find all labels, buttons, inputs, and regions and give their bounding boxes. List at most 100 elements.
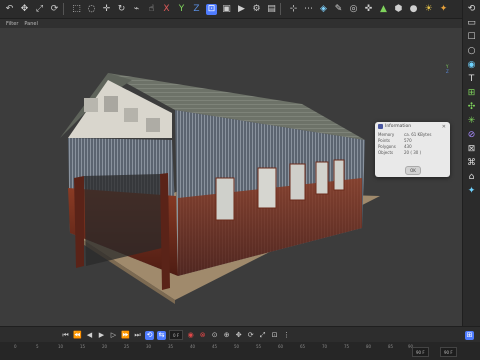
next-key-icon[interactable]: ⏩ xyxy=(121,331,130,340)
coordinate-system-icon[interactable]: ⊡ xyxy=(206,3,217,15)
cube-object-icon[interactable]: ☐ xyxy=(466,31,477,42)
light-icon[interactable]: ☀ xyxy=(423,4,434,15)
render-view-icon[interactable]: ▣ xyxy=(221,4,232,15)
pen-icon[interactable]: ✎ xyxy=(333,4,344,15)
brush-icon[interactable]: ⌁ xyxy=(131,4,142,15)
character-icon[interactable]: ✦ xyxy=(438,4,449,15)
sphere-object-icon[interactable]: ◉ xyxy=(466,59,477,70)
information-dialog: Information ✕ Memory ca. 61 KBytes Points… xyxy=(375,122,450,177)
rotate-tool-icon[interactable]: ↻ xyxy=(116,4,127,15)
current-frame-field[interactable]: 0 F xyxy=(169,330,184,340)
info-key: Polygons xyxy=(378,143,396,149)
play-icon[interactable]: ▶ xyxy=(97,331,106,340)
loop-icon[interactable]: ⟲ xyxy=(145,330,154,340)
scene-icon[interactable]: ⬢ xyxy=(393,4,404,15)
toolbar-divider xyxy=(280,3,281,15)
param-key-icon[interactable]: ⊡ xyxy=(270,331,279,340)
render-settings-icon[interactable]: ⚙ xyxy=(251,4,262,15)
scale-icon[interactable]: ⤢ xyxy=(34,4,45,15)
layout-icon[interactable]: ⊞ xyxy=(465,330,474,340)
hand-icon[interactable]: ☝ xyxy=(146,4,157,15)
x-axis-lock[interactable]: X xyxy=(161,4,172,15)
move-tool-icon[interactable]: ✛ xyxy=(101,4,112,15)
undo-icon[interactable]: ↶ xyxy=(4,4,15,15)
info-value: 430 xyxy=(404,143,412,149)
ruler-tick: 35 xyxy=(168,344,174,349)
sphere-icon[interactable]: ● xyxy=(408,4,419,15)
autokey-icon[interactable]: ⊗ xyxy=(198,331,207,340)
ok-button[interactable]: OK xyxy=(405,166,421,175)
cloner-icon[interactable]: ✜ xyxy=(363,4,374,15)
field-icon[interactable]: ⊘ xyxy=(466,129,477,140)
rotate-icon[interactable]: ⟳ xyxy=(49,4,60,15)
cube-icon[interactable]: ◈ xyxy=(318,4,329,15)
info-key: Points xyxy=(378,137,391,143)
ruler-tick: 20 xyxy=(102,344,108,349)
effector-icon[interactable]: ✳ xyxy=(466,115,477,126)
ruler-tick: 5 xyxy=(36,344,39,349)
dialog-title: Information xyxy=(385,124,412,129)
live-select-icon[interactable]: ◌ xyxy=(86,4,97,15)
info-key: Memory xyxy=(378,131,395,137)
menu-item[interactable]: Filter xyxy=(6,21,18,27)
workplane-icon[interactable]: ⋯ xyxy=(303,4,314,15)
interactive-render-icon[interactable]: ▤ xyxy=(266,4,277,15)
timeline-ruler[interactable]: 0 5 10 15 20 25 30 35 40 45 50 55 60 65 … xyxy=(0,342,480,360)
snap-icon[interactable]: ⊹ xyxy=(288,4,299,15)
3d-viewport[interactable]: Y Z xyxy=(0,28,462,326)
point-key-icon[interactable]: ⋮ xyxy=(282,331,291,340)
menu-item[interactable]: Panel xyxy=(24,21,38,27)
close-icon[interactable]: ✕ xyxy=(442,124,446,130)
position-key-icon[interactable]: ✥ xyxy=(234,331,243,340)
text-object-icon[interactable]: T xyxy=(466,73,477,84)
ruler-tick: 40 xyxy=(190,344,196,349)
info-value: 20 ( 30 ) xyxy=(404,149,422,155)
cycle-icon[interactable]: ⟲ xyxy=(466,3,477,14)
scene-object-icon[interactable]: ⌘ xyxy=(466,157,477,168)
keyframe-icon[interactable]: ⊙ xyxy=(210,331,219,340)
main-toolbar: ↶ ✥ ⤢ ⟳ ⬚ ◌ ✛ ↻ ⌁ ☝ X Y Z ⊡ ▣ ▶ ⚙ ▤ ⊹ ⋯ … xyxy=(0,0,480,19)
ruler-tick: 45 xyxy=(212,344,218,349)
dialog-titlebar: Information ✕ xyxy=(375,122,450,131)
select-icon[interactable]: ⬚ xyxy=(71,4,82,15)
deformer-icon[interactable]: ▲ xyxy=(378,4,389,15)
ruler-tick: 65 xyxy=(300,344,306,349)
go-to-start-icon[interactable]: ⏮ xyxy=(61,331,70,340)
ruler-tick: 70 xyxy=(322,344,328,349)
ruler-tick: 30 xyxy=(146,344,152,349)
end-frame-field[interactable]: 90 F xyxy=(412,347,429,357)
prev-key-icon[interactable]: ⏪ xyxy=(73,331,82,340)
mograph-icon[interactable]: ✣ xyxy=(466,101,477,112)
scene-render xyxy=(60,73,380,304)
subdivision-icon[interactable]: ◎ xyxy=(348,4,359,15)
move-icon[interactable]: ✥ xyxy=(19,4,30,15)
y-axis-lock[interactable]: Y xyxy=(176,4,187,15)
null-object-icon[interactable]: ○ xyxy=(466,45,477,56)
deformer-object-icon[interactable]: ⊠ xyxy=(466,143,477,154)
prev-frame-icon[interactable]: ◀ xyxy=(85,331,94,340)
info-value: 570 xyxy=(404,137,412,143)
ruler-tick: 80 xyxy=(366,344,372,349)
ruler-tick: 75 xyxy=(344,344,350,349)
next-frame-icon[interactable]: ▷ xyxy=(109,331,118,340)
ruler-tick: 0 xyxy=(14,344,17,349)
max-frame-field[interactable]: 90 F xyxy=(440,347,457,357)
ruler-tick: 10 xyxy=(58,344,64,349)
z-axis-lock[interactable]: Z xyxy=(191,4,202,15)
window xyxy=(257,167,277,209)
info-key: Objects xyxy=(378,149,394,155)
go-to-end-icon[interactable]: ⏭ xyxy=(133,331,142,340)
scale-key-icon[interactable]: ⤢ xyxy=(258,331,267,340)
range-icon[interactable]: ⇆ xyxy=(157,330,166,340)
info-icon xyxy=(378,124,383,129)
light-object-icon[interactable]: ✦ xyxy=(466,185,477,196)
key-selection-icon[interactable]: ⊕ xyxy=(222,331,231,340)
timeline-controls: ⏮ ⏪ ◀ ▶ ▷ ⏩ ⏭ ⟲ ⇆ 0 F ◉ ⊗ ⊙ ⊕ ✥ ⟳ ⤢ ⊡ ⋮ … xyxy=(0,326,480,343)
ruler-tick: 60 xyxy=(278,344,284,349)
camera-icon[interactable]: ⌂ xyxy=(466,171,477,182)
spline-icon[interactable]: ⊞ xyxy=(466,87,477,98)
camera-view-icon[interactable]: ▭ xyxy=(466,17,477,28)
render-icon[interactable]: ▶ xyxy=(236,4,247,15)
record-icon[interactable]: ◉ xyxy=(186,331,195,340)
rotation-key-icon[interactable]: ⟳ xyxy=(246,331,255,340)
